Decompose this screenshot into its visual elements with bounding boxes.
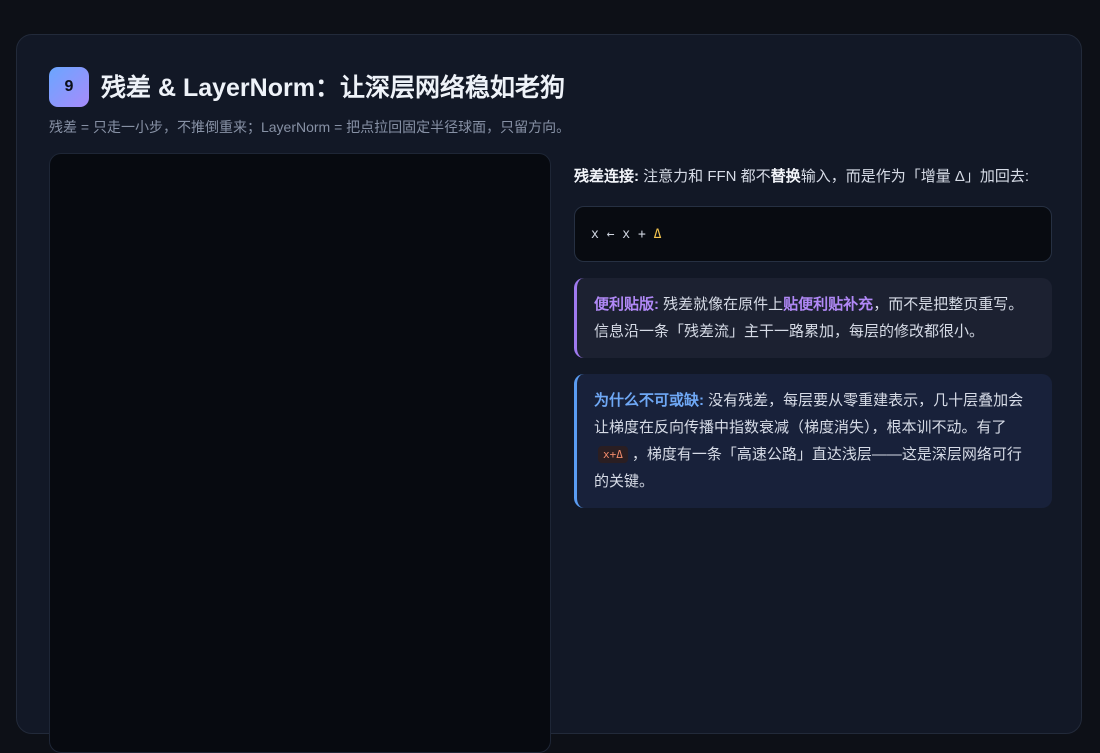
residual-label: 残差连接: [574, 168, 639, 185]
explanation-column: 残差连接: 注意力和 FFN 都不替换输入，而是作为「增量 Δ」加回去: x ←… [574, 163, 1052, 508]
section-card: 9 残差 & LayerNorm：让深层网络稳如老狗 残差 = 只走一小步，不推… [16, 34, 1082, 753]
sticky-note-highlight: 贴便利贴补充 [783, 296, 874, 313]
visualization-canvas[interactable] [49, 153, 551, 753]
sticky-note-callout: 便利贴版: 残差就像在原件上贴便利贴补充，而不是把整页重写。信息沿一条「残差流」… [574, 278, 1052, 358]
why-essential-label: 为什么不可或缺: [594, 392, 704, 409]
sticky-note-text-a: 残差就像在原件上 [659, 296, 784, 313]
section-subtitle: 残差 = 只走一小步，不推倒重来；LayerNorm = 把点拉回固定半径球面，… [49, 119, 571, 135]
why-essential-text-b: ，梯度有一条「高速公路」直达浅层——这是深层网络可行的关键。 [594, 446, 1022, 490]
sticky-note-label: 便利贴版: [594, 296, 659, 313]
section-title: 残差 & LayerNorm：让深层网络稳如老狗 [101, 74, 565, 102]
residual-text-b: 输入，而是作为「增量 Δ」加回去: [800, 168, 1030, 185]
residual-code-chip: x+Δ [598, 446, 628, 463]
section-number-badge: 9 [49, 67, 89, 107]
residual-text-a: 注意力和 FFN 都不 [639, 168, 771, 185]
formula-prefix: x ← x + [591, 226, 654, 242]
formula-delta: Δ [653, 226, 662, 242]
why-essential-callout: 为什么不可或缺: 没有残差，每层要从零重建表示，几十层叠加会让梯度在反向传播中指… [574, 374, 1052, 508]
residual-emphasis: 替换 [770, 168, 801, 185]
residual-paragraph: 残差连接: 注意力和 FFN 都不替换输入，而是作为「增量 Δ」加回去: [574, 163, 1052, 190]
formula-box: x ← x + Δ [574, 206, 1052, 262]
